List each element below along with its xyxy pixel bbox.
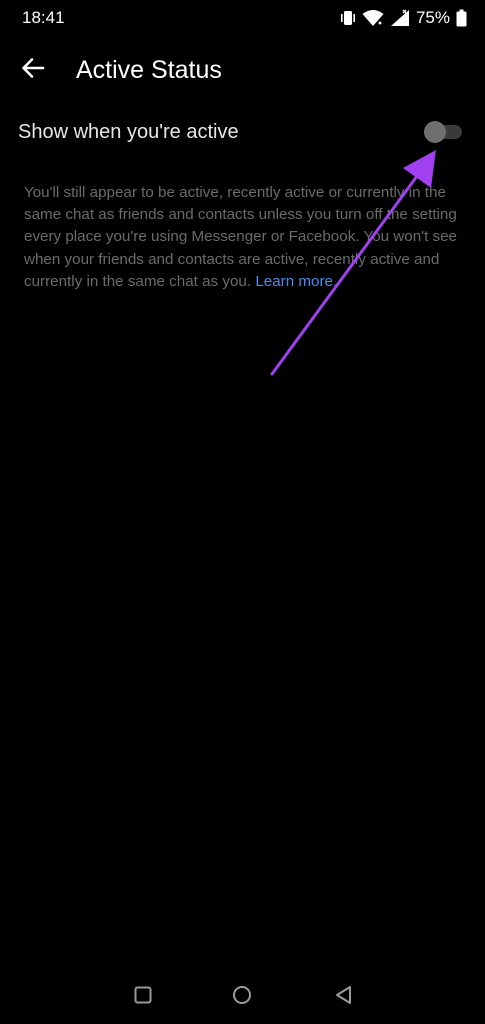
description-text: You'll still appear to be active, recent…: [24, 184, 457, 290]
active-status-toggle[interactable]: [424, 121, 464, 143]
home-circle-icon: [232, 985, 252, 1010]
nav-back-button[interactable]: [330, 984, 356, 1010]
app-header: Active Status: [0, 48, 485, 92]
recents-square-icon: [134, 986, 152, 1009]
home-button[interactable]: [229, 984, 255, 1010]
setting-description: You'll still appear to be active, recent…: [24, 182, 464, 293]
system-nav-bar: [0, 970, 485, 1024]
battery-percent: 75%: [415, 8, 450, 27]
back-arrow-icon: [21, 57, 45, 84]
setting-label: Show when you're active: [18, 121, 239, 143]
annotation-arrow: [270, 150, 436, 376]
page-title: Active Status: [76, 56, 222, 84]
recents-button[interactable]: [130, 984, 156, 1010]
learn-more-link[interactable]: Learn more.: [255, 273, 337, 290]
active-status-setting-row[interactable]: Show when you're active: [0, 112, 485, 152]
toggle-thumb: [424, 121, 446, 143]
status-time: 18:41: [22, 8, 65, 27]
back-triangle-icon: [334, 985, 352, 1010]
vibrate-icon: [340, 9, 356, 27]
signal-icon: [390, 9, 410, 27]
back-button[interactable]: [18, 56, 48, 84]
wifi-icon: [362, 9, 384, 27]
status-bar: 18:41 75%: [0, 0, 485, 36]
battery-icon: [456, 9, 467, 27]
status-icons: 75%: [340, 8, 467, 28]
